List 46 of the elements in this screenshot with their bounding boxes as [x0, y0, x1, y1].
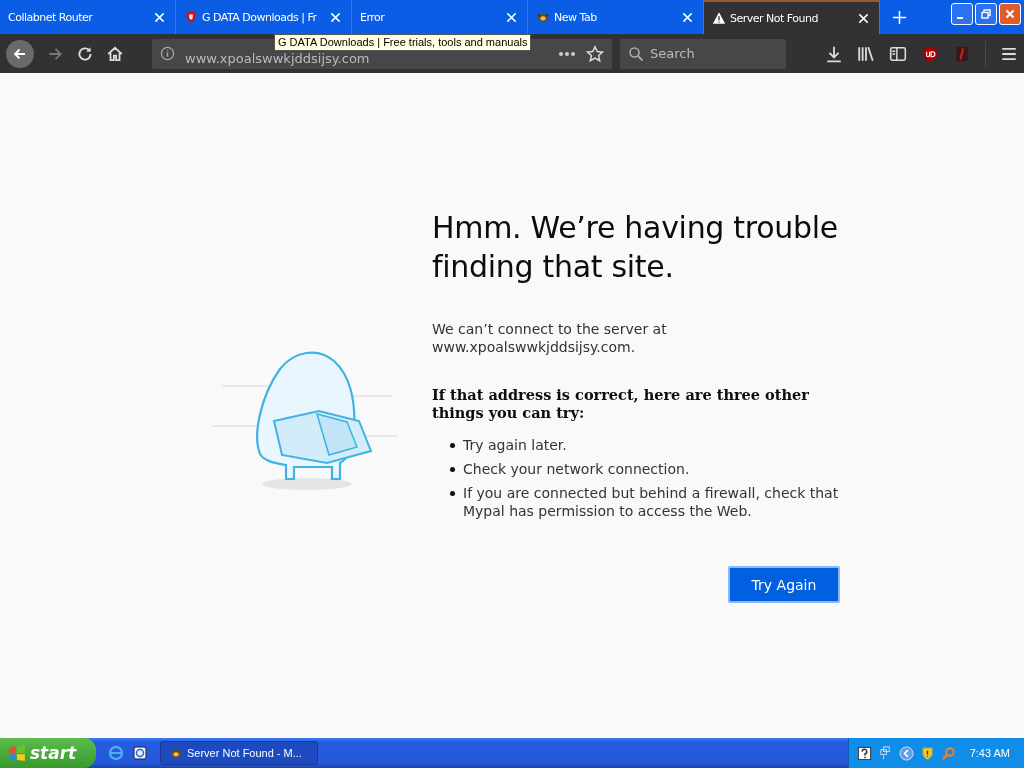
bullet-icon: [450, 467, 455, 472]
bullet-icon: [450, 443, 455, 448]
try-again-button[interactable]: Try Again: [728, 566, 840, 603]
collapse-icon[interactable]: [898, 745, 914, 761]
restore-button[interactable]: [975, 3, 997, 25]
search-icon: [628, 45, 644, 62]
suggestion-item: If you are connected but behind a firewall, check that Mypal has permission to access the Web.: [463, 484, 840, 520]
close-icon[interactable]: [330, 11, 341, 23]
windows-logo-icon: [8, 744, 26, 762]
close-icon[interactable]: [154, 11, 165, 23]
close-icon: [1004, 8, 1016, 20]
close-icon[interactable]: [682, 11, 693, 23]
clock: 7:43 AM: [969, 747, 1010, 759]
help-icon[interactable]: [856, 745, 872, 761]
reload-icon[interactable]: [76, 44, 94, 63]
back-button[interactable]: [6, 39, 34, 68]
more-icon[interactable]: [558, 50, 576, 57]
browser-tab[interactable]: Server Not Found: [704, 0, 880, 34]
library-icon[interactable]: [857, 44, 875, 63]
close-icon[interactable]: [506, 11, 517, 23]
close-button[interactable]: [999, 3, 1021, 25]
minimize-icon: [957, 17, 963, 19]
taskbar-button[interactable]: Server Not Found - M...: [160, 741, 318, 765]
start-button[interactable]: start: [0, 738, 96, 768]
shield-icon: [184, 10, 198, 24]
close-icon[interactable]: [858, 12, 869, 24]
star-icon[interactable]: [586, 44, 604, 63]
error-heading: Hmm. We’re having trouble finding that site.: [432, 209, 839, 286]
suggestion-item: Check your network connection.: [463, 460, 690, 478]
suggestions-heading: If that address is correct, here are three other things you can try:: [432, 386, 810, 422]
new-tab-icon[interactable]: [892, 9, 907, 25]
restore-icon: [980, 8, 992, 20]
suggestion-item: Try again later.: [463, 436, 567, 454]
bullet-icon: [450, 491, 455, 496]
tooltip: G DATA Downloads | Free trials, tools and manuals: [274, 34, 532, 51]
warning-icon: [712, 11, 726, 25]
home-icon[interactable]: [106, 44, 124, 63]
minimize-button[interactable]: [951, 3, 973, 25]
download-icon[interactable]: [825, 44, 843, 63]
search-field[interactable]: Search: [620, 38, 786, 69]
extension-icon[interactable]: [953, 44, 971, 63]
info-icon[interactable]: [160, 46, 175, 61]
url-text: www.xpoalswwkjddsijsy.com: [185, 51, 371, 66]
sidebar-icon[interactable]: [889, 44, 907, 63]
browser-icon[interactable]: [108, 745, 124, 761]
error-message: We can’t connect to the server at www.xpoalswwkjddsijsy.com.: [432, 320, 668, 356]
